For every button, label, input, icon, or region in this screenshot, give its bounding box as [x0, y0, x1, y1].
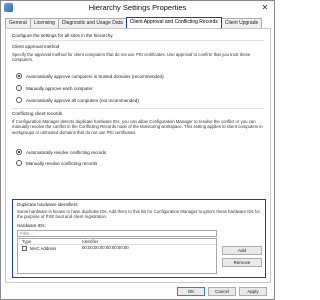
- divider: [12, 108, 264, 109]
- tab-diagnostic-usage-data[interactable]: Diagnostic and Usage Data: [57, 18, 127, 28]
- duplicate-hardware-description: Some hardware is known to have duplicate…: [17, 209, 260, 220]
- table-row[interactable]: MAC Address 00:00:00:00:00:00:00:00: [18, 245, 216, 252]
- row-checkbox[interactable]: [22, 246, 27, 251]
- radio-manual-resolve[interactable]: Manually resolve conflicting records: [16, 160, 97, 166]
- duplicate-hardware-title: Duplicate hardware identifiers: [17, 202, 78, 207]
- cell-type: MAC Address: [18, 245, 80, 252]
- cell-type-text: MAC Address: [30, 245, 57, 251]
- column-header-identifier[interactable]: Identifier: [80, 239, 216, 244]
- intro-text: Configure the settings for all sites in …: [12, 33, 114, 38]
- radio-button[interactable]: [16, 160, 22, 166]
- close-icon[interactable]: ✕: [259, 3, 271, 13]
- window-title: Hierarchy Settings Properties: [88, 3, 187, 12]
- radio-button[interactable]: [16, 85, 22, 91]
- radio-button[interactable]: [16, 73, 22, 79]
- radio-button[interactable]: [16, 149, 22, 155]
- tab-general[interactable]: General: [5, 18, 31, 28]
- approval-method-description: Specify the approval method for client c…: [12, 52, 251, 63]
- radio-label: Automatically approve computers in trust…: [26, 73, 164, 79]
- filter-input[interactable]: Filter...: [17, 230, 217, 237]
- properties-dialog: Hierarchy Settings Properties ✕ General …: [0, 0, 275, 300]
- cell-identifier: 00:00:00:00:00:00:00:00: [82, 245, 129, 250]
- hardware-ids-table: Type Identifier MAC Address 00:00:00:00:…: [17, 238, 217, 274]
- duplicate-hardware-group: Duplicate hardware identifiers Some hard…: [12, 199, 266, 278]
- radio-manually-approve[interactable]: Manually approve each computer: [16, 85, 93, 91]
- approval-method-label: Client approval method: [12, 44, 60, 49]
- apply-button[interactable]: Apply: [239, 287, 267, 296]
- tab-strip: General Licensing Diagnostic and Usage D…: [5, 17, 271, 28]
- radio-approve-trusted-domains[interactable]: Automatically approve computers in trust…: [16, 73, 164, 79]
- remove-button[interactable]: Remove: [222, 258, 262, 267]
- divider: [12, 40, 264, 41]
- radio-approve-all[interactable]: Automatically approve all computers (not…: [16, 97, 139, 103]
- cancel-button[interactable]: Cancel: [208, 287, 236, 296]
- tab-licensing[interactable]: Licensing: [29, 18, 59, 28]
- radio-button[interactable]: [16, 97, 22, 103]
- radio-label: Automatically approve all computers (not…: [26, 97, 139, 103]
- ok-button[interactable]: OK: [177, 287, 205, 296]
- conflicting-records-description: If Configuration Manager detects duplica…: [12, 119, 263, 135]
- tab-client-approval-conflicting-records[interactable]: Client Approval and Conflicting Records: [125, 17, 222, 28]
- add-button[interactable]: Add: [222, 246, 262, 255]
- conflicting-records-label: Conflicting client records: [12, 111, 63, 116]
- column-header-type[interactable]: Type: [18, 239, 80, 244]
- radio-auto-resolve[interactable]: Automatically resolve conflicting record…: [16, 149, 106, 155]
- title-bar: Hierarchy Settings Properties ✕: [1, 1, 274, 15]
- hardware-ids-label: Hardware IDs:: [17, 223, 46, 228]
- radio-label: Manually approve each computer: [26, 85, 93, 91]
- radio-label: Manually resolve conflicting records: [26, 160, 98, 166]
- tab-panel: Configure the settings for all sites in …: [5, 28, 271, 283]
- radio-label: Automatically resolve conflicting record…: [26, 149, 107, 155]
- tab-client-upgrade[interactable]: Client Upgrade: [220, 18, 263, 28]
